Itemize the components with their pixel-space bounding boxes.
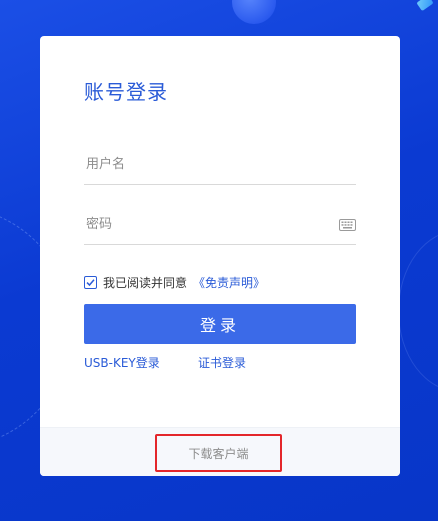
agreement-row: 我已阅读并同意 《免责声明》 xyxy=(84,274,265,290)
decorative-ring xyxy=(398,230,438,392)
usb-key-login-link[interactable]: USB-KEY登录 xyxy=(84,354,160,371)
disclaimer-link[interactable]: 《免责声明》 xyxy=(193,274,265,291)
certificate-login-link[interactable]: 证书登录 xyxy=(198,354,246,371)
keyboard-icon[interactable] xyxy=(339,216,356,231)
login-button[interactable]: 登录 xyxy=(84,304,356,344)
password-field xyxy=(84,204,356,245)
decorative-orb xyxy=(232,0,276,24)
decorative-accent xyxy=(416,0,434,12)
password-input[interactable] xyxy=(86,212,326,236)
agree-text: 我已阅读并同意 xyxy=(103,275,188,290)
login-card: 账号登录 我已阅读并同意 《免责声 xyxy=(40,36,400,476)
username-input[interactable] xyxy=(86,152,326,176)
agree-checkbox[interactable] xyxy=(84,275,97,289)
download-client-button[interactable]: 下载客户端 xyxy=(155,434,282,472)
page-title: 账号登录 xyxy=(84,80,168,104)
card-footer: 下载客户端 xyxy=(40,427,400,476)
check-icon xyxy=(86,278,95,286)
username-field xyxy=(84,144,356,185)
